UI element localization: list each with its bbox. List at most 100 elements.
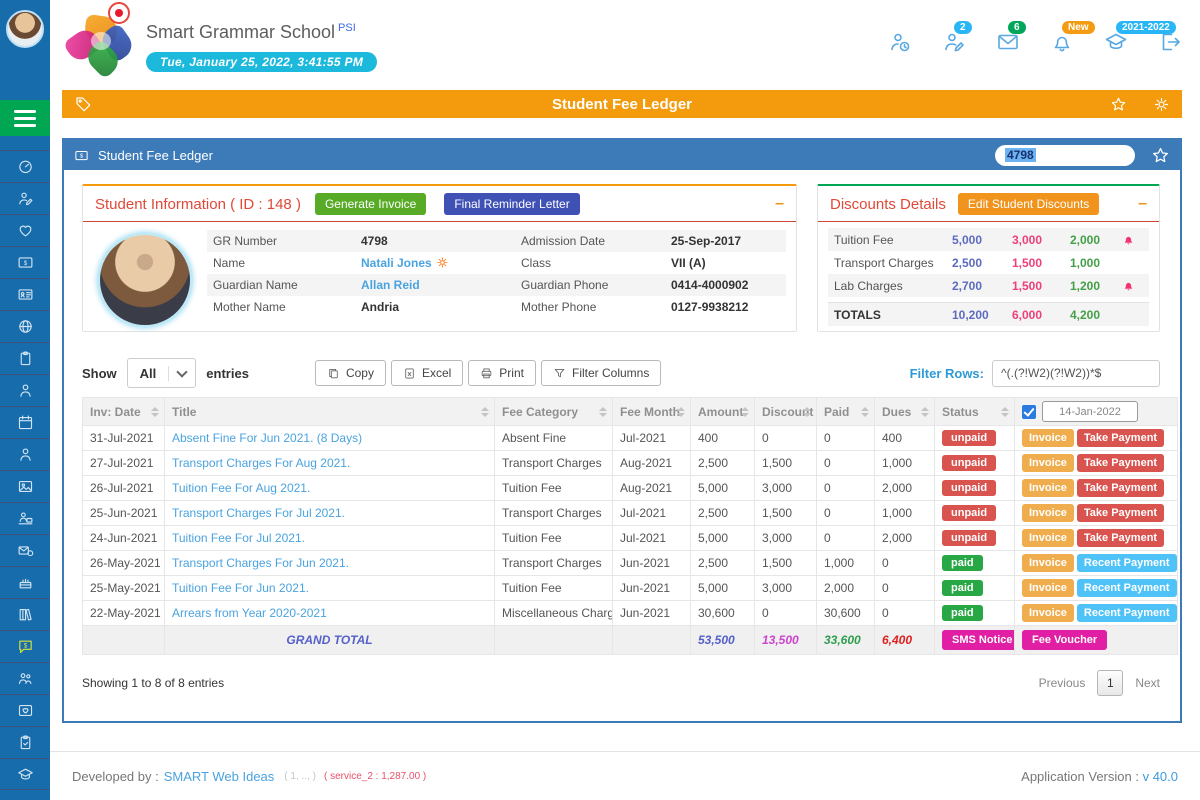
student-name-link[interactable]: Natali Jones (361, 256, 521, 270)
sidebar-item-dashboard[interactable] (0, 150, 50, 182)
invoice-button[interactable]: Invoice (1022, 454, 1074, 472)
ledger-panel: Student Fee Ledger 4798 Student Informat… (62, 138, 1182, 723)
generate-invoice-button[interactable]: Generate Invoice (315, 193, 426, 215)
invoice-button[interactable]: Invoice (1022, 554, 1074, 572)
filter-rows-input[interactable] (992, 360, 1160, 387)
copy-button[interactable]: Copy (315, 360, 386, 386)
col-amount[interactable]: Amount (691, 398, 755, 426)
fee-voucher-button[interactable]: Fee Voucher (1022, 630, 1107, 650)
ledger-panel-header: Student Fee Ledger 4798 (64, 140, 1180, 170)
fee-title-link[interactable]: Arrears from Year 2020-2021 (172, 606, 327, 620)
fee-title-link[interactable]: Transport Charges For Aug 2021. (172, 456, 350, 470)
panel-star-icon[interactable] (1151, 146, 1170, 165)
col-dues[interactable]: Dues (875, 398, 935, 426)
ledger-search-input[interactable]: 4798 (995, 145, 1135, 166)
sidebar (0, 0, 50, 800)
filter-columns-button[interactable]: Filter Columns (541, 360, 661, 386)
previous-page-link[interactable]: Previous (1039, 676, 1086, 690)
col-discount[interactable]: Discount (755, 398, 817, 426)
fee-title-link[interactable]: Transport Charges For Jun 2021. (172, 556, 349, 570)
hamburger-menu-button[interactable] (0, 100, 50, 136)
fee-title-link[interactable]: Absent Fine For Jun 2021. (8 Days) (172, 431, 362, 445)
fee-title-link[interactable]: Tuition Fee For Aug 2021. (172, 481, 310, 495)
sidebar-item-fee-ledger-active[interactable] (0, 630, 50, 662)
page-1-button[interactable]: 1 (1097, 670, 1123, 696)
invoice-button[interactable]: Invoice (1022, 504, 1074, 522)
next-page-link[interactable]: Next (1135, 676, 1160, 690)
sms-notice-button[interactable]: SMS Notice (942, 630, 1015, 650)
sidebar-item-birthday[interactable] (0, 566, 50, 598)
sidebar-item-library[interactable] (0, 598, 50, 630)
sidebar-item-students[interactable] (0, 662, 50, 694)
col-fee-month[interactable]: Fee Month (613, 398, 691, 426)
discounts-table: Tuition Fee5,000 3,0002,000 Transport Ch… (818, 222, 1159, 326)
user-avatar[interactable] (6, 10, 44, 48)
sidebar-item-globe[interactable] (0, 310, 50, 342)
fee-title-link[interactable]: Tuition Fee For Jul 2021. (172, 531, 305, 545)
date-filter-checkbox[interactable] (1022, 405, 1036, 419)
school-name: Smart Grammar SchoolPSI (146, 22, 356, 43)
vendor-link[interactable]: SMART Web Ideas (164, 769, 275, 784)
page-length-select[interactable]: All (127, 358, 197, 388)
settings-gear-icon[interactable] (1153, 96, 1170, 113)
recent-payment-button[interactable]: Recent Payment (1077, 604, 1177, 622)
edit-discounts-button[interactable]: Edit Student Discounts (958, 193, 1099, 215)
favorite-star-icon[interactable] (1110, 96, 1127, 113)
logout-icon[interactable] (1158, 30, 1182, 54)
final-reminder-button[interactable]: Final Reminder Letter (444, 193, 579, 215)
take-payment-button[interactable]: Take Payment (1077, 454, 1164, 472)
col-title[interactable]: Title (165, 398, 495, 426)
status-badge: paid (942, 605, 983, 621)
recent-payment-button[interactable]: Recent Payment (1077, 579, 1177, 597)
date-filter-input[interactable]: 14-Jan-2022 (1042, 401, 1138, 422)
take-payment-button[interactable]: Take Payment (1077, 529, 1164, 547)
invoice-button[interactable]: Invoice (1022, 479, 1074, 497)
grand-total-row: GRAND TOTAL 53,500 13,500 33,600 6,400 S… (83, 626, 1178, 655)
guardian-name-link[interactable]: Allan Reid (361, 278, 521, 292)
sidebar-item-clipboard[interactable] (0, 342, 50, 374)
invoice-button[interactable]: Invoice (1022, 604, 1074, 622)
collapse-minus-icon[interactable]: – (1138, 199, 1147, 209)
sidebar-item-calendar[interactable] (0, 406, 50, 438)
take-payment-button[interactable]: Take Payment (1077, 429, 1164, 447)
sidebar-item-health[interactable] (0, 214, 50, 246)
sidebar-item-person-2[interactable] (0, 438, 50, 470)
sidebar-item-mail-coin[interactable] (0, 534, 50, 566)
collapse-minus-icon[interactable]: – (775, 199, 784, 209)
col-paid[interactable]: Paid (817, 398, 875, 426)
take-payment-button[interactable]: Take Payment (1077, 479, 1164, 497)
notifications-bell-icon[interactable]: New (1050, 30, 1074, 54)
sidebar-item-clipboard-check[interactable] (0, 726, 50, 758)
print-button[interactable]: Print (468, 360, 536, 386)
col-fee-category[interactable]: Fee Category (495, 398, 613, 426)
sidebar-item-person[interactable] (0, 374, 50, 406)
person-edit-icon[interactable]: 2 (942, 30, 966, 54)
student-info-title: Student Information ( ID : 148 ) (95, 196, 301, 213)
col-inv-date[interactable]: Inv: Date (83, 398, 165, 426)
invoice-button[interactable]: Invoice (1022, 579, 1074, 597)
sidebar-item-id-card[interactable] (0, 278, 50, 310)
excel-button[interactable]: Excel (391, 360, 463, 386)
take-payment-button[interactable]: Take Payment (1077, 504, 1164, 522)
invoice-button[interactable]: Invoice (1022, 529, 1074, 547)
school-suffix: PSI (338, 22, 356, 34)
sidebar-item-photo-edit[interactable] (0, 470, 50, 502)
sidebar-item-person-edit[interactable] (0, 182, 50, 214)
student-photo (97, 232, 193, 328)
discounts-card: Discounts Details Edit Student Discounts… (817, 184, 1160, 332)
attendance-person-clock-icon[interactable] (888, 30, 912, 54)
fee-title-link[interactable]: Transport Charges For Jul 2021. (172, 506, 345, 520)
recent-payment-button[interactable]: Recent Payment (1077, 554, 1177, 572)
messages-envelope-icon[interactable]: 6 (996, 30, 1020, 54)
reminder-bell-icon[interactable] (1122, 233, 1135, 246)
sidebar-item-graduation[interactable] (0, 758, 50, 790)
sidebar-item-money-card[interactable] (0, 246, 50, 278)
sidebar-item-desk-person[interactable] (0, 502, 50, 534)
invoice-button[interactable]: Invoice (1022, 429, 1074, 447)
fee-title-link[interactable]: Tuition Fee For Jun 2021. (172, 581, 309, 595)
session-graduation-icon[interactable]: 2021-2022 (1104, 30, 1128, 54)
col-status[interactable]: Status (935, 398, 1015, 426)
sidebar-item-card-heart[interactable] (0, 694, 50, 726)
reminder-bell-icon[interactable] (1122, 279, 1135, 292)
record-icon (108, 2, 130, 24)
